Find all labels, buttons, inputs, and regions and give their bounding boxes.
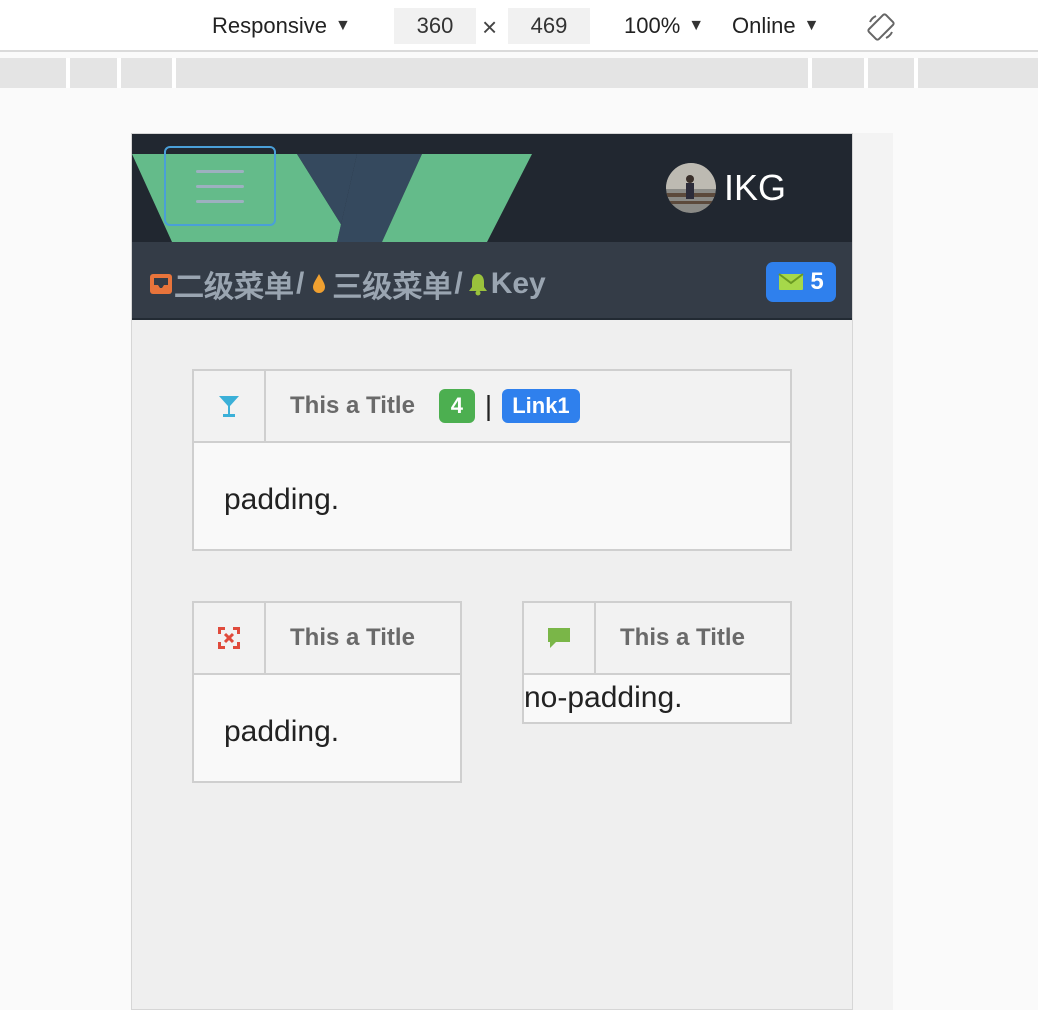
dimension-separator: × [482,12,498,42]
panel-padding: This a Title padding. [192,601,462,783]
chevron-down-icon: ▼ [334,17,351,34]
panel-title: This a Title [290,392,415,419]
panel-icon-cell [194,603,266,673]
mail-badge[interactable]: 5 [766,262,836,302]
panel-title: This a Title [290,624,415,651]
viewport-height-input[interactable]: 469 [508,8,590,44]
drop-icon [313,274,326,293]
viewport-width-input[interactable]: 360 [394,8,476,44]
network-throttle-label: Online [732,13,796,38]
cocktail-glass-icon [219,396,239,417]
breadcrumb-item[interactable]: 三级菜单 [332,262,452,306]
breadcrumb: 二级菜单 / 三级菜单 / Key [148,262,546,306]
panel-title: This a Title [620,624,745,651]
panel-body: padding. [224,715,340,748]
link1-badge-link[interactable]: Link1 [502,389,580,423]
panel-header: This a Title 4 | Link1 [194,371,790,443]
panel-icon-cell [524,603,596,673]
user-menu[interactable]: IKG [666,162,786,214]
panel-header: This a Title [524,603,790,675]
chevron-down-icon: ▼ [688,17,705,34]
username: IKG [724,167,787,208]
zoom-select[interactable]: 100% ▼ [624,0,704,52]
ruler-divider [172,58,176,88]
breadcrumb-bar: 二级菜单 / 三级菜单 / Key 5 [132,242,852,320]
zoom-select-label: 100% [624,13,681,38]
title-divider: | [484,390,493,421]
count-badge: 4 [438,389,475,423]
panel-no-padding: This a Title no-padding. [522,601,792,724]
ruler-divider [914,58,918,88]
panel-header: This a Title [194,603,460,675]
panel-body: padding. [224,483,340,516]
device-frame-shadow [853,133,893,1010]
rotate-icon[interactable] [866,12,896,42]
device-select[interactable]: Responsive ▼ [212,0,351,52]
comment-icon [548,628,570,648]
breadcrumb-item-current: Key [490,267,546,300]
chevron-down-icon: ▼ [803,17,820,34]
hamburger-line [196,170,244,173]
bell-icon [468,274,487,296]
media-query-ruler[interactable] [0,58,1038,88]
hamburger-line [196,200,244,203]
ruler-divider [66,58,70,88]
device-viewport: IKG 二级菜单 / 三级菜单 / Key 5 This a Title 4 |… [131,133,853,1010]
mail-count: 5 [810,268,824,295]
breadcrumb-separator: / [296,267,305,300]
fullscreen-icon [218,627,240,649]
panel-icon-cell [194,371,266,441]
ruler-divider [808,58,812,88]
envelope-icon [778,273,804,290]
device-select-label: Responsive [212,13,327,38]
panel-body: no-padding. [524,681,683,714]
inbox-icon [150,274,172,294]
top-navbar: IKG [132,134,852,242]
hamburger-line [196,185,244,188]
menu-toggle-button[interactable] [164,146,276,226]
breadcrumb-separator: / [454,267,463,300]
ruler-divider [864,58,868,88]
breadcrumb-item[interactable]: 二级菜单 [174,262,294,306]
network-throttle-select[interactable]: Online ▼ [732,0,819,52]
panel-with-badges: This a Title 4 | Link1 padding. [192,369,792,551]
devtools-device-toolbar: Responsive ▼ 360 × 469 100% ▼ Online ▼ [0,0,1038,52]
ruler-divider [117,58,121,88]
avatar [666,163,716,213]
